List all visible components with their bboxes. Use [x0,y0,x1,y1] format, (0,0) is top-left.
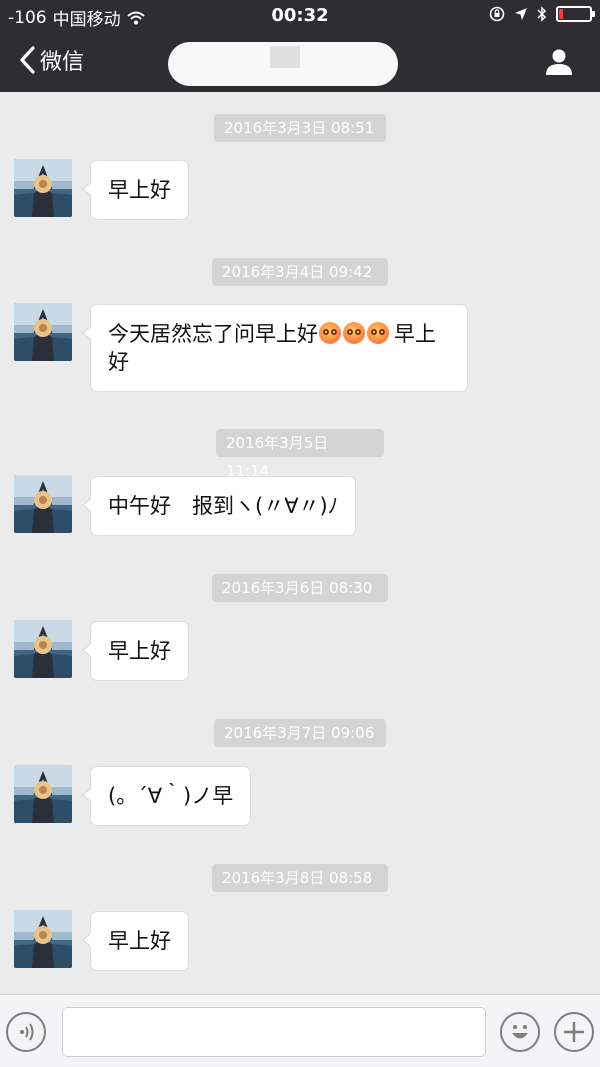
message-bubble[interactable]: 早上好 [82,621,189,681]
message-timestamp: 2016年3月6日 08:30 [212,574,388,602]
input-toolbar [0,994,600,1067]
message-text: 早上好 [108,639,171,663]
message-text: 今天居然忘了问早上好 [108,322,318,346]
message-text: 中午好 报到ヽ(〃∀〃)ﾉ [108,494,339,518]
navigation-bar: 微信 [0,32,600,92]
contact-avatar[interactable] [14,765,72,823]
message-text: (。´∀｀)ノ早 [108,784,234,808]
contact-avatar[interactable] [14,910,72,968]
message-bubble[interactable]: 中午好 报到ヽ(〃∀〃)ﾉ [81,476,357,536]
battery-icon [556,6,595,22]
message-timestamp: 2016年3月3日 08:51 [214,114,386,142]
emoji-icon [512,1025,528,1039]
contact-info-icon[interactable] [544,48,574,76]
message-input[interactable] [62,1007,486,1057]
message-text: 早上 [394,322,436,346]
back-label: 微信 [40,50,85,75]
flushed-face-emoji-icon [319,322,341,344]
bluetooth-icon [537,6,547,22]
chat-area[interactable]: 2016年3月3日 08:51 早上好 2016年3月4日 09:42 今天居然忘… [0,92,600,994]
location-icon [515,8,527,20]
message-timestamp: 2016年3月5日 11:14 [216,429,384,480]
voice-input-button[interactable] [6,1012,46,1052]
message-timestamp: 2016年3月4日 09:42 [212,258,388,286]
message-timestamp: 2016年3月8日 08:58 [212,864,388,892]
header: -106 中国移动 00:32 微信 [0,0,600,92]
voice-icon [20,1023,34,1041]
flushed-face-emoji-icon [367,322,389,344]
rotation-lock-icon [489,6,505,22]
message-bubble[interactable]: 早上好 [82,160,189,220]
message-text: 早上好 [108,929,171,953]
more-button[interactable] [554,1012,594,1052]
message-text: 早上好 [108,178,171,202]
contact-avatar[interactable] [14,475,72,533]
status-bar: -106 中国移动 00:32 [0,0,600,32]
emoji-button[interactable] [500,1012,540,1052]
message-bubble[interactable]: 早上好 [82,911,189,971]
contact-avatar[interactable] [14,620,72,678]
redacted-chat-title [168,42,398,86]
chevron-left-icon [20,46,35,74]
flushed-face-emoji-icon [343,322,365,344]
message-bubble[interactable]: 今天居然忘了问早上好 早上好 [82,304,468,392]
message-timestamp: 2016年3月7日 09:06 [214,719,386,747]
message-text: 好 [108,350,129,374]
contact-avatar[interactable] [14,303,72,361]
plus-icon [564,1022,584,1042]
message-bubble[interactable]: (。´∀｀)ノ早 [81,766,252,826]
contact-avatar[interactable] [14,159,72,217]
back-button[interactable]: 微信 [18,44,84,76]
